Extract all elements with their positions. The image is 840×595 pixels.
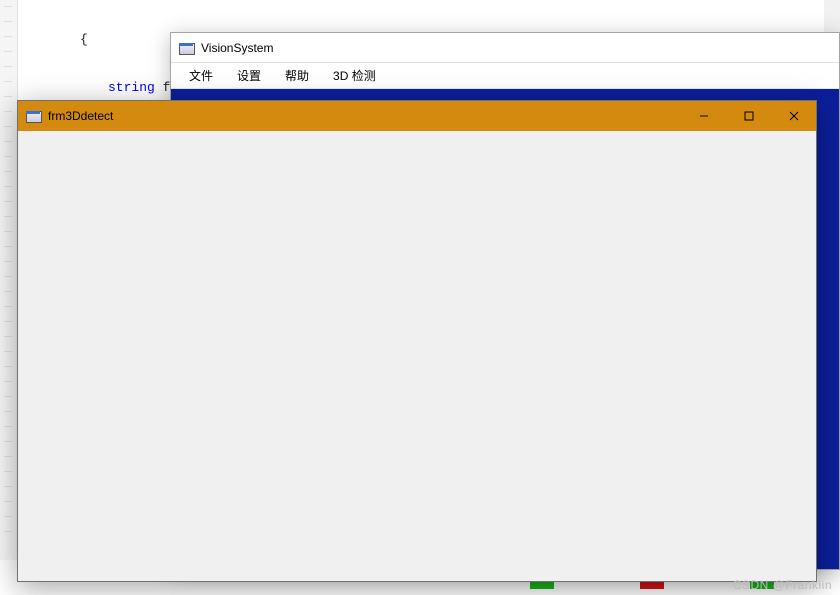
menu-3d-detect[interactable]: 3D 检测 [321,63,388,88]
menu-settings[interactable]: 设置 [225,63,273,88]
code-keyword-string: string [108,80,155,95]
vision-system-menubar: 文件 设置 帮助 3D 检测 [171,63,839,89]
frm3ddetect-title: frm3Ddetect [48,109,113,123]
frm3ddetect-window: frm3Ddetect [17,100,817,582]
menu-help[interactable]: 帮助 [273,63,321,88]
code-brace-open: { [80,32,88,47]
winforms-icon [179,40,195,56]
frm3ddetect-client-area [18,131,816,581]
minimize-button[interactable] [681,101,726,131]
frm3ddetect-titlebar[interactable]: frm3Ddetect [18,101,816,131]
watermark: CSDN @Franklin [733,578,832,592]
menu-file[interactable]: 文件 [177,63,225,88]
vision-system-titlebar[interactable]: VisionSystem [171,33,839,63]
maximize-button[interactable] [726,101,771,131]
window-controls [681,101,816,131]
winforms-icon [26,108,42,124]
vision-system-title: VisionSystem [201,41,273,55]
close-button[interactable] [771,101,816,131]
code-gutter [0,0,18,560]
